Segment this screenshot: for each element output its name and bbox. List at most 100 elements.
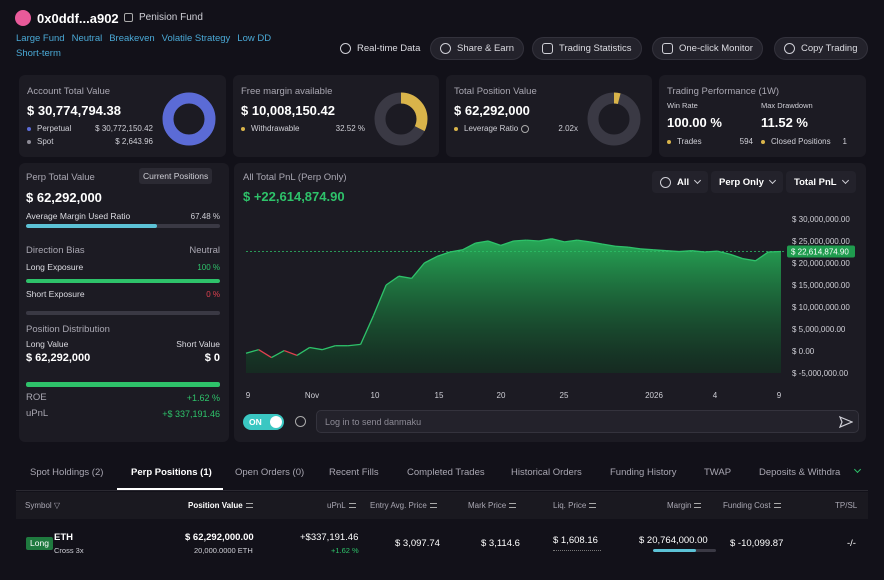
share-earn-button[interactable]: Share & Earn <box>430 37 525 60</box>
danmaku-input[interactable]: Log in to send danmaku <box>316 410 859 433</box>
col-entry-price[interactable]: Entry Avg. Price <box>370 501 437 510</box>
avatar <box>15 10 31 26</box>
x-tick-label: 25 <box>560 391 569 400</box>
chevron-down-icon <box>841 176 849 185</box>
tab-perp-positions[interactable]: Perp Positions (1) <box>131 467 212 478</box>
card-title: Account Total Value <box>27 86 111 97</box>
one-click-monitor-button[interactable]: One-click Monitor <box>652 37 763 60</box>
margin-ratio-row: Average Margin Used Ratio 67.48 % <box>26 211 220 221</box>
y-tick-label: $ 20,000,000.00 <box>792 259 850 268</box>
col-tpsl: TP/SL <box>835 501 858 510</box>
pnl-area <box>246 238 781 373</box>
chart-title: All Total PnL (Perp Only) <box>243 172 347 183</box>
col-margin[interactable]: Margin <box>667 501 702 510</box>
tab-spot-holdings[interactable]: Spot Holdings (2) <box>30 467 103 478</box>
copy-trading-button[interactable]: Copy Trading <box>774 37 868 60</box>
stats-icon <box>542 43 553 54</box>
tab-completed-trades[interactable]: Completed Trades <box>407 467 485 478</box>
strategy-tags: Large Fund Neutral Breakeven Volatile Strat… <box>16 31 316 61</box>
tab-twap[interactable]: TWAP <box>704 467 731 478</box>
margin-donut <box>374 92 428 146</box>
pnl-line-segment <box>679 250 692 253</box>
help-icon[interactable] <box>520 124 529 133</box>
perp-summary-panel: Perp Total Value Current Positions $ 62,… <box>19 163 229 442</box>
tpsl-value[interactable]: -/- <box>847 538 856 549</box>
pnl-area-chart[interactable]: $ 30,000,000.00 $ 25,000,000.00 $ 20,000,0… <box>234 205 866 405</box>
pnl-line-segment <box>666 250 680 253</box>
col-position-value[interactable]: Position Value <box>188 501 253 510</box>
trading-statistics-button[interactable]: Trading Statistics <box>532 37 642 60</box>
tab-deposits-withdrawals[interactable]: Deposits & Withdra <box>759 467 843 478</box>
send-icon[interactable] <box>839 415 853 429</box>
realtime-data-button[interactable]: Real-time Data <box>331 37 429 60</box>
tag[interactable]: Low DD <box>237 31 271 46</box>
distribution-labels: Long Value Short Value <box>26 339 220 349</box>
drawdown-label: Max Drawdown <box>761 101 813 110</box>
short-exposure-row: Short Exposure 0 % <box>26 289 220 299</box>
direction-bias-row: Direction Bias Neutral <box>26 245 220 256</box>
tab-historical-orders[interactable]: Historical Orders <box>511 467 582 478</box>
x-tick-label: 9 <box>777 391 782 400</box>
margin-value: $ 20,764,000.00 <box>639 535 708 546</box>
col-symbol[interactable]: Symbol ▽ <box>25 501 60 510</box>
tab-recent-fills[interactable]: Recent Fills <box>329 467 379 478</box>
win-rate-label: Win Rate <box>667 101 698 110</box>
wallet-address: 0x0ddf...a902 <box>37 11 119 26</box>
x-tick-label: 10 <box>371 391 380 400</box>
chevron-down-icon[interactable] <box>853 465 862 474</box>
col-mark-price[interactable]: Mark Price <box>468 501 517 510</box>
tab-funding-history[interactable]: Funding History <box>610 467 677 478</box>
perp-only-dropdown[interactable]: Perp Only <box>711 171 783 193</box>
position-size: 20,000.0000 ETH <box>194 546 253 555</box>
y-tick-label: $ 15,000,000.00 <box>792 281 850 290</box>
y-tick-label: $ 25,000,000.00 <box>792 237 850 246</box>
win-rate-value: 100.00 % <box>667 115 722 130</box>
current-positions-button[interactable]: Current Positions <box>139 168 213 184</box>
trading-performance-card: Trading Performance (1W) Win Rate Max Dr… <box>659 75 866 157</box>
position-value: $ 62,292,000.00 <box>185 532 254 543</box>
drawdown-value: 11.52 % <box>761 115 808 130</box>
tab-open-orders[interactable]: Open Orders (0) <box>235 467 304 478</box>
x-tick-label: 9 <box>246 391 251 400</box>
entry-price: $ 3,097.74 <box>395 538 440 549</box>
active-tab-indicator <box>117 488 223 490</box>
y-tick-label: $ -5,000,000.00 <box>792 369 849 378</box>
col-liq-price[interactable]: Liq. Price <box>553 501 597 510</box>
short-exposure-bar <box>26 311 220 315</box>
tag[interactable]: Breakeven <box>109 31 154 46</box>
range-dropdown[interactable]: All <box>652 171 709 193</box>
free-margin-card: Free margin available $ 10,008,150.42 Wi… <box>233 75 439 157</box>
col-funding-cost[interactable]: Funding Cost <box>723 501 781 510</box>
margin-ratio-bar <box>26 224 220 228</box>
card-value: $ 10,008,150.42 <box>241 103 335 118</box>
perp-value: $ 62,292,000 <box>26 190 102 205</box>
long-exposure-bar <box>26 279 220 283</box>
account-total-card: Account Total Value $ 30,774,794.38 Perp… <box>19 75 226 157</box>
symbol[interactable]: ETH <box>54 532 73 543</box>
tag[interactable]: Large Fund <box>16 31 65 46</box>
danmaku-settings-icon[interactable] <box>295 416 306 427</box>
table-row[interactable]: Long ETH Cross 3x $ 62,292,000.00 20,000… <box>16 522 868 567</box>
y-tick-label: $ 5,000,000.00 <box>792 325 846 334</box>
tag[interactable]: Short-term <box>16 46 61 61</box>
card-title: Total Position Value <box>454 86 537 97</box>
position-donut <box>587 92 641 146</box>
chevron-down-icon <box>768 176 776 185</box>
card-value: $ 62,292,000 <box>454 103 530 118</box>
card-title: Free margin available <box>241 86 333 97</box>
total-pnl-value: $ +22,614,874.90 <box>243 189 345 204</box>
side-badge: Long <box>26 537 53 550</box>
danmaku-toggle[interactable]: ON <box>243 414 284 430</box>
copy-trading-icon <box>784 43 795 54</box>
current-value-label: $ 22,614,874.90 <box>791 247 849 256</box>
tag[interactable]: Volatile Strategy <box>162 31 231 46</box>
tag[interactable]: Neutral <box>72 31 103 46</box>
pnl-line-segment <box>653 249 667 252</box>
long-exposure-row: Long Exposure 100 % <box>26 262 220 272</box>
x-tick-label: 4 <box>713 391 718 400</box>
upnl-row: uPnL +$ 337,191.46 <box>26 408 220 419</box>
copy-icon[interactable] <box>124 13 133 22</box>
total-pnl-dropdown[interactable]: Total PnL <box>786 171 856 193</box>
col-upnl[interactable]: uPnL <box>327 501 356 510</box>
mark-price: $ 3,114.6 <box>481 538 520 549</box>
